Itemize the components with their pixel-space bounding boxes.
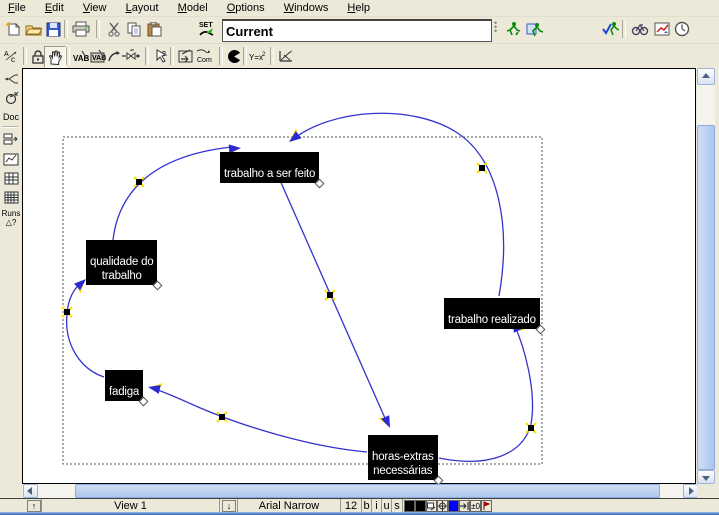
vertical-scrollbar[interactable]: [697, 68, 715, 484]
scrollbar-corner: [697, 484, 715, 498]
view-down-button[interactable]: ↓: [222, 500, 236, 512]
svg-text:Y=x: Y=x: [249, 53, 263, 62]
scroll-down-button[interactable]: [697, 470, 715, 484]
analysis-sidebar: Doc Runs △?: [0, 68, 22, 498]
shape-picker-icon[interactable]: [426, 500, 437, 512]
svg-text:?: ?: [162, 51, 166, 58]
arrow-width-icon[interactable]: [459, 500, 470, 512]
menu-help[interactable]: Help: [339, 0, 378, 15]
svg-text:2: 2: [262, 52, 266, 58]
menu-windows[interactable]: Windows: [276, 0, 337, 15]
vensim-window: File Edit View Layout Model Options Wind…: [0, 0, 719, 515]
svg-text:Com: Com: [197, 57, 212, 63]
run-simulation-icon[interactable]: [503, 19, 523, 39]
scroll-right-button[interactable]: [683, 484, 698, 498]
svg-text:c: c: [11, 55, 15, 64]
shadow-variable-icon[interactable]: ?: [150, 46, 170, 66]
link-handle[interactable]: [477, 163, 487, 173]
set-simulation-icon[interactable]: SET: [195, 19, 219, 39]
cut-icon[interactable]: [104, 19, 124, 39]
check-model-icon[interactable]: [600, 19, 620, 39]
dataset-name-field[interactable]: [222, 19, 492, 42]
box-color-swatch[interactable]: [415, 500, 426, 512]
font-size-panel[interactable]: 12: [341, 499, 362, 512]
vertical-scroll-thumb[interactable]: [697, 125, 715, 470]
reference-mode-icon[interactable]: [276, 46, 296, 66]
node-fadiga[interactable]: fadiga: [105, 370, 143, 401]
svg-text:SET: SET: [199, 22, 213, 29]
text-tool-icon[interactable]: Ac: [2, 46, 22, 66]
reality-check-icon[interactable]: [630, 19, 650, 39]
table-time-icon[interactable]: [1, 188, 21, 206]
equations-icon[interactable]: Y=x2: [248, 46, 268, 66]
runs-label: Runs: [2, 209, 21, 218]
hide-level-icon[interactable]: [481, 500, 492, 512]
scroll-up-button[interactable]: [697, 68, 715, 85]
open-icon[interactable]: [23, 19, 43, 39]
font-name-panel[interactable]: Arial Narrow: [237, 499, 341, 512]
text-color-swatch[interactable]: [404, 500, 415, 512]
document-tool[interactable]: Doc: [1, 108, 21, 126]
copy-icon[interactable]: [124, 19, 144, 39]
node-qualidade-do-trabalho[interactable]: qualidade do trabalho: [86, 240, 157, 285]
menu-options[interactable]: Options: [219, 0, 273, 15]
svg-text:A: A: [4, 51, 9, 58]
link-handle[interactable]: [134, 177, 144, 187]
link-horas-extras-to-fadiga[interactable]: [147, 380, 367, 452]
horizontal-scrollbar[interactable]: [22, 484, 697, 498]
causes-tree-icon[interactable]: [1, 70, 21, 88]
main-toolbar: SET •••: [0, 17, 719, 44]
print-icon[interactable]: [71, 19, 91, 39]
italic-button[interactable]: i: [372, 499, 382, 512]
horizontal-scroll-thumb[interactable]: [75, 484, 660, 498]
polarity-icon[interactable]: ±0: [470, 500, 481, 512]
link-handle[interactable]: [325, 290, 335, 300]
menu-model[interactable]: Model: [170, 0, 216, 15]
menu-file[interactable]: File: [0, 0, 34, 15]
run-sensitivity-icon[interactable]: [524, 19, 544, 39]
link-trabalho-a-ser-feito-to-horas-extras[interactable]: [275, 169, 394, 431]
save-icon[interactable]: [43, 19, 63, 39]
arrow-color-swatch[interactable]: [448, 500, 459, 512]
sidebar-divider: [2, 126, 18, 128]
link-trabalho-realizado-to-trabalho-a-ser-feito[interactable]: [285, 113, 504, 296]
rate-icon[interactable]: [120, 46, 142, 66]
paste-icon[interactable]: [144, 19, 164, 39]
runs-symbol: △?: [6, 218, 17, 227]
toolbar-grip: •••: [494, 21, 497, 37]
hand-move-icon[interactable]: [44, 46, 66, 68]
output-graph-icon[interactable]: [652, 19, 672, 39]
bold-button[interactable]: b: [362, 499, 372, 512]
sketch-toolbar: Ac VAB VAB ? Com Y=x2: [0, 44, 719, 68]
menu-edit[interactable]: Edit: [37, 0, 72, 15]
link-handle[interactable]: [217, 412, 227, 422]
control-panel-icon[interactable]: [672, 19, 692, 39]
menu-bar: File Edit View Layout Model Options Wind…: [0, 0, 719, 17]
link-horas-extras-to-trabalho-realizado[interactable]: [439, 317, 536, 461]
causes-strip-icon[interactable]: [1, 130, 21, 148]
status-bar: ↑ View 1 ↓ Arial Narrow 12 b i u s ±0: [0, 498, 719, 513]
sketch-canvas[interactable]: trabalho a ser feito qualidade do trabal…: [22, 68, 696, 484]
graph-tool-icon[interactable]: [1, 150, 21, 168]
delete-icon[interactable]: [224, 46, 244, 66]
uses-tree-icon[interactable]: [1, 89, 21, 107]
runs-compare-icon[interactable]: Runs △?: [1, 207, 21, 229]
doc-label: Doc: [3, 112, 19, 122]
node-trabalho-realizado[interactable]: trabalho realizado: [444, 298, 540, 329]
node-horas-extras[interactable]: horas-extras necessárias: [368, 435, 438, 480]
node-trabalho-a-ser-feito[interactable]: trabalho a ser feito: [220, 152, 319, 183]
position-icon[interactable]: [437, 500, 448, 512]
table-tool-icon[interactable]: [1, 169, 21, 187]
underline-button[interactable]: u: [382, 499, 392, 512]
scroll-left-button[interactable]: [23, 484, 38, 498]
menu-view[interactable]: View: [75, 0, 115, 15]
view-up-button[interactable]: ↑: [27, 500, 41, 512]
view-name-panel[interactable]: View 1: [41, 499, 220, 512]
menu-layout[interactable]: Layout: [118, 0, 167, 15]
comment-icon[interactable]: Com: [192, 46, 216, 66]
strike-button[interactable]: s: [392, 499, 403, 512]
link-fadiga-to-qualidade[interactable]: [62, 276, 104, 377]
new-icon[interactable]: [3, 19, 23, 39]
